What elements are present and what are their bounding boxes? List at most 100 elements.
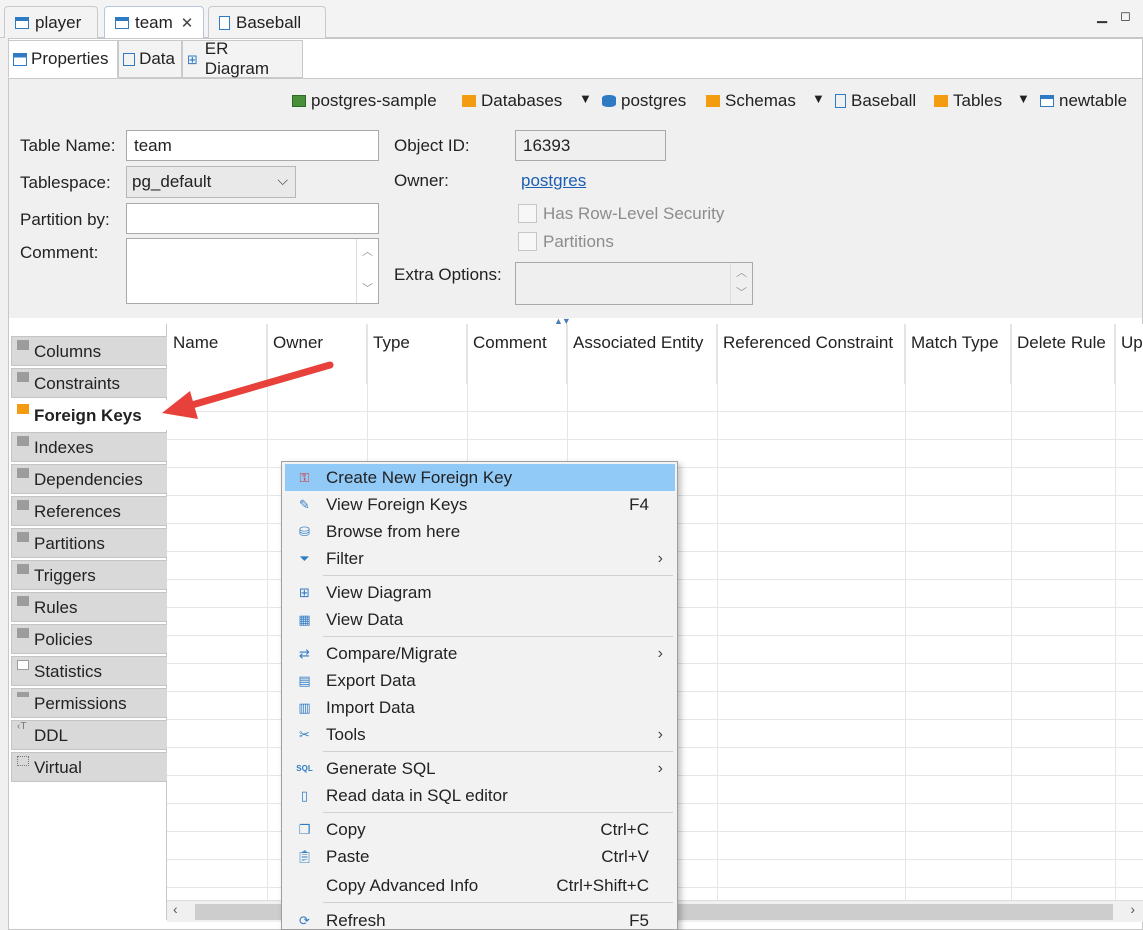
column-header[interactable]: Type [367,324,467,384]
partitions-checkbox[interactable] [518,232,537,251]
column-header[interactable]: Associated Entity [567,324,717,384]
breadcrumb-postgres[interactable]: postgres [602,89,686,113]
menu-item-read-data-in-sql-editor[interactable]: ▯ Read data in SQL editor [285,782,675,809]
folder-label: Virtual [34,758,82,777]
data-icon: ▦ [298,611,311,627]
chevron-down-icon[interactable]: ▼ [812,91,825,106]
menu-item-filter[interactable]: ⏷ Filter › [285,545,675,572]
breadcrumb-newtable[interactable]: newtable [1040,89,1127,113]
virtual-icon [17,756,29,766]
breadcrumb-connection[interactable]: postgres-sample [292,89,437,113]
folder-item-indexes[interactable]: Indexes [11,432,174,462]
menu-item-generate-sql[interactable]: SQL Generate SQL › [285,755,675,782]
comment-scrollbar[interactable]: ︿ ﹀ [356,239,378,303]
menu-item-view-data[interactable]: ▦ View Data [285,606,675,633]
paste-icon: 📋︎ [296,848,313,864]
folder-item-dependencies[interactable]: Dependencies [11,464,174,494]
menu-item-copy-advanced-info[interactable]: Copy Advanced Info Ctrl+Shift+C [285,872,675,899]
menu-item-tools[interactable]: ✂ Tools › [285,721,675,748]
menu-item-import-data[interactable]: ▥ Import Data [285,694,675,721]
folder-icon [17,468,29,478]
maximize-icon[interactable]: ◻ [1120,8,1131,24]
folder-item-policies[interactable]: Policies [11,624,174,654]
tab-data[interactable]: Data [118,40,182,78]
folder-item-references[interactable]: References [11,496,174,526]
close-icon[interactable]: ✕ [181,14,194,32]
menu-item-create-new-foreign-key[interactable]: ⚿ Create New Foreign Key [285,464,675,491]
context-menu: ⚿ Create New Foreign Key ✎ View Foreign … [281,461,678,930]
annotation-arrow [162,361,334,419]
object-id-field: 16393 [515,130,666,161]
folder-label: Dependencies [34,470,143,489]
tablespace-select[interactable]: pg_default ⌵ [126,166,296,198]
menu-shortcut: F4 [629,494,649,514]
folder-label: Columns [34,342,102,361]
menu-item-export-data[interactable]: ▤ Export Data [285,667,675,694]
menu-label: View Diagram [326,582,432,602]
column-header[interactable]: Comment [467,324,567,384]
menu-label: Filter [326,548,364,568]
folder-item-permissions[interactable]: Permissions [11,688,174,718]
breadcrumb-tables[interactable]: Tables [934,89,1002,113]
menu-shortcut: Ctrl+C [600,819,649,839]
column-header[interactable]: Delete Rule [1011,324,1115,384]
menu-item-view-diagram[interactable]: ⊞ View Diagram [285,579,675,606]
table-name-input[interactable]: team [126,130,379,161]
menu-separator [323,575,673,576]
breadcrumb-label: Baseball [851,91,917,110]
column-header[interactable]: Referenced Constraint [717,324,905,384]
folder-item-triggers[interactable]: Triggers [11,560,174,590]
breadcrumb-schemas[interactable]: Schemas [706,89,796,113]
chevron-right-icon: › [657,725,663,743]
folder-icon [462,95,476,107]
breadcrumb-label: postgres [621,91,687,110]
breadcrumb-baseball[interactable]: Baseball [835,89,916,113]
folder-item-rules[interactable]: Rules [11,592,174,622]
extra-options-scrollbar[interactable]: ︿ ﹀ [730,263,752,304]
menu-item-view-foreign-keys[interactable]: ✎ View Foreign Keys F4 [285,491,675,518]
table-name-label: Table Name: [20,136,116,155]
menu-item-browse-from-here[interactable]: ⛁ Browse from here [285,518,675,545]
editor-tab-team[interactable]: team ✕ [104,6,204,38]
folder-item-ddl[interactable]: ‹T DDL [11,720,174,750]
folder-item-virtual[interactable]: Virtual [11,752,174,782]
chevron-left-icon[interactable]: ‹ [173,901,178,917]
minimize-icon[interactable]: ▁ [1097,8,1107,24]
folder-label: Rules [34,598,78,617]
menu-item-copy[interactable]: ❐ Copy Ctrl+C [285,816,675,843]
folder-icon [17,436,29,446]
owner-link[interactable]: postgres [521,171,586,191]
menu-label: Read data in SQL editor [326,785,508,805]
menu-item-paste[interactable]: 📋︎ Paste Ctrl+V [285,843,675,870]
chevron-down-icon[interactable]: ▼ [1017,91,1030,106]
menu-item-compare-migrate[interactable]: ⇄ Compare/Migrate › [285,640,675,667]
tab-er-diagram[interactable]: ⊞ ER Diagram [182,39,303,78]
comment-textarea[interactable]: ︿ ﹀ [126,238,379,304]
chevron-down-icon[interactable]: ▼ [579,91,592,106]
folder-icon [17,564,29,574]
chevron-down-icon: ⌵ [277,172,288,188]
menu-item-refresh[interactable]: ⟳ Refresh F5 [285,907,675,930]
breadcrumb-label: newtable [1059,91,1128,110]
breadcrumb-databases[interactable]: Databases [462,89,562,113]
folder-item-partitions[interactable]: Partitions [11,528,174,558]
menu-separator [323,902,673,903]
folder-item-statistics[interactable]: Statistics [11,656,174,686]
column-header[interactable]: Up [1115,324,1143,384]
chevron-right-icon[interactable]: › [1130,901,1135,917]
partition-by-input[interactable] [126,203,379,234]
document-icon [219,15,230,30]
comment-label: Comment: [20,243,99,262]
sql-editor-icon: ▯ [300,787,309,803]
tab-properties[interactable]: Properties [8,40,118,78]
breadcrumb-label: Tables [953,91,1003,110]
editor-tab-baseball[interactable]: Baseball [208,6,326,38]
create-fk-icon: ⚿ [299,469,310,485]
database-icon: ⛁ [299,523,310,539]
folder-label: DDL [34,726,69,745]
column-header[interactable]: Match Type [905,324,1011,384]
editor-tab-player[interactable]: player [4,6,98,38]
row-level-security-checkbox[interactable] [518,204,537,223]
menu-separator [323,636,673,637]
chevron-right-icon: › [657,644,663,662]
